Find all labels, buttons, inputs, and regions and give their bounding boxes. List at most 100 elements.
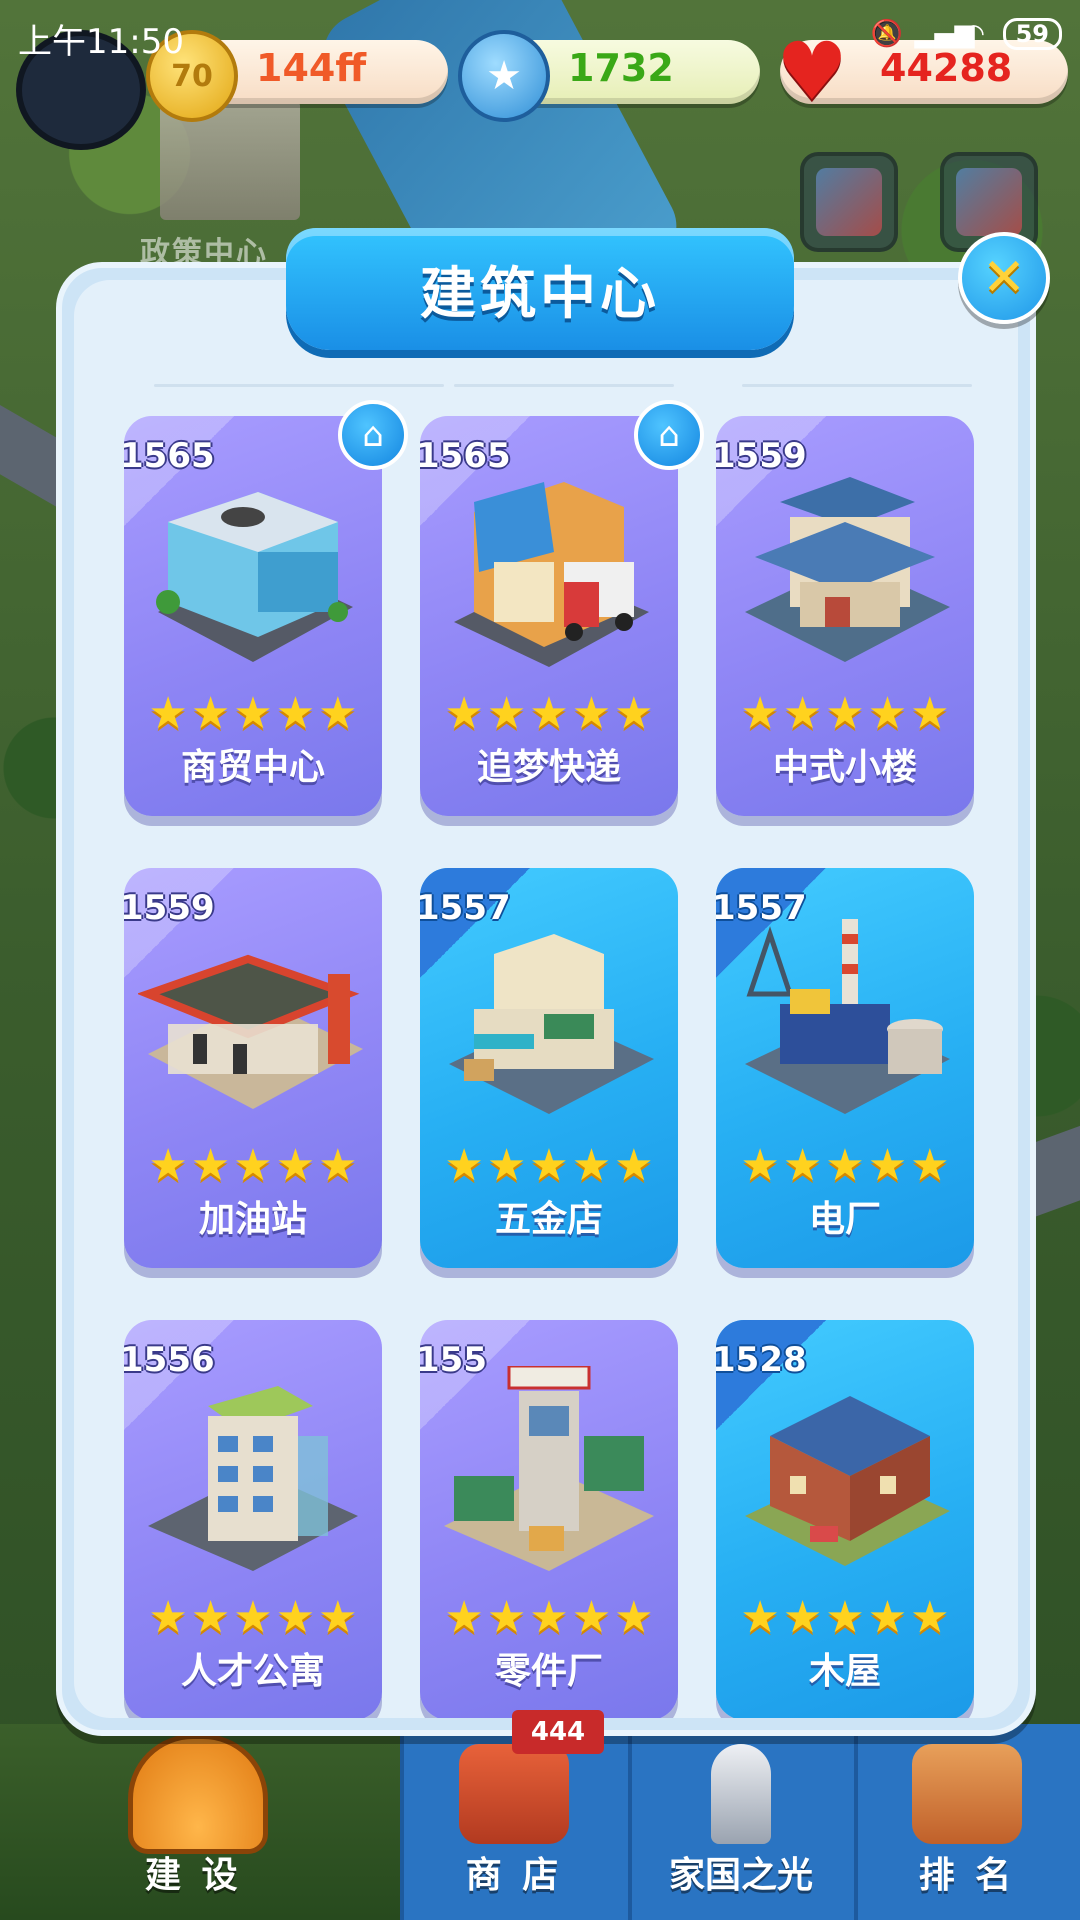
map-shortcut-button[interactable] bbox=[800, 152, 898, 252]
star-icon: ★ bbox=[148, 688, 188, 739]
parts-factory-image bbox=[444, 1366, 654, 1571]
building-card-talent-apartment[interactable]: 1556 ★ ★ ★ ★ ★ 人才公寓 bbox=[124, 1320, 382, 1718]
star-icon: ★ bbox=[529, 1140, 569, 1191]
building-name: 中式小楼 bbox=[772, 747, 917, 788]
commerce-center-image bbox=[156, 492, 353, 662]
rating-stars: ★ ★ ★ ★ ★ bbox=[420, 1144, 678, 1188]
star-icon: ★ bbox=[275, 688, 316, 739]
rating-stars: ★ ★ ★ ★ ★ bbox=[716, 1596, 974, 1640]
tab-label: 建 设 bbox=[145, 1855, 242, 1896]
mute-alarm-icon: 🔕 bbox=[870, 19, 903, 49]
building-name: 零件厂 bbox=[494, 1651, 603, 1692]
talent-apartment-image bbox=[148, 1386, 358, 1571]
battery-icon: 59 bbox=[1002, 18, 1062, 50]
building-level: 155 bbox=[420, 1340, 487, 1380]
status-time: 上午11:50 bbox=[18, 22, 184, 62]
building-card-gas-station[interactable]: 1559 ★ ★ ★ ★ ★ 加油站 bbox=[124, 868, 382, 1268]
hardware-store-image bbox=[449, 934, 654, 1114]
building-card-chinese-house[interactable]: 1559 ★ ★ ★ ★ ★ 中式小楼 bbox=[716, 416, 974, 816]
tab-label: 家国之光 bbox=[668, 1855, 813, 1896]
star-icon: ★ bbox=[529, 1592, 569, 1643]
power-plant-image bbox=[745, 919, 950, 1114]
signal-icon: ▂▄▆ bbox=[914, 19, 975, 49]
star-icon: ★ bbox=[910, 688, 950, 739]
building-card-commerce-center[interactable]: 1565 ★ ★ ★ ★ ★ 商贸中心 bbox=[124, 416, 382, 816]
building-name: 人才公寓 bbox=[180, 1651, 325, 1692]
dream-express-image bbox=[454, 482, 649, 667]
star-icon: ★ bbox=[233, 1592, 273, 1643]
divider bbox=[454, 384, 674, 387]
building-card-hardware-store[interactable]: 1557 ★ ★ ★ ★ ★ 五金店 bbox=[420, 868, 678, 1268]
rating-stars: ★ ★ ★ ★ ★ bbox=[124, 1144, 382, 1188]
divider bbox=[742, 384, 972, 387]
building-card-dream-express[interactable]: 1565 ★ ★ ★ ★ ★ 追梦快递 bbox=[420, 416, 678, 816]
home-icon: ⌂ bbox=[634, 400, 704, 470]
star-icon: ★ bbox=[825, 1140, 865, 1191]
star-icon: ★ bbox=[614, 1140, 654, 1191]
building-card-wooden-house[interactable]: 1528 ★ ★ ★ ★ ★ 木屋 bbox=[716, 1320, 974, 1718]
star-icon: ★ bbox=[444, 1140, 484, 1191]
close-icon: ✕ bbox=[982, 248, 1026, 308]
star-icon: ★ bbox=[233, 1140, 273, 1191]
star-icon: ★ bbox=[614, 688, 654, 739]
rocket-icon bbox=[711, 1744, 771, 1844]
shop-badge: 444 bbox=[512, 1710, 604, 1754]
building-name: 五金店 bbox=[494, 1199, 603, 1240]
rating-stars: ★ ★ ★ ★ ★ bbox=[420, 692, 678, 736]
star-icon: ★ bbox=[444, 1592, 484, 1643]
star-icon: ★ bbox=[318, 1140, 358, 1191]
building-name: 商贸中心 bbox=[180, 747, 325, 788]
star-icon: ★ bbox=[148, 1140, 188, 1191]
star-icon: ★ bbox=[486, 1592, 527, 1643]
star-icon: ★ bbox=[825, 688, 865, 739]
star-icon: ★ bbox=[571, 688, 612, 739]
star-icon: ★ bbox=[571, 1140, 612, 1191]
star-icon: ★ bbox=[740, 1140, 780, 1191]
star-icon: ★ bbox=[486, 688, 527, 739]
rating-stars: ★ ★ ★ ★ ★ bbox=[716, 692, 974, 736]
star-icon: ★ bbox=[190, 688, 231, 739]
star-icon: ★ bbox=[318, 688, 358, 739]
star-icon: ★ bbox=[740, 1592, 780, 1643]
ranking-icon bbox=[912, 1744, 1022, 1844]
rating-stars: ★ ★ ★ ★ ★ bbox=[124, 1596, 382, 1640]
building-name: 木屋 bbox=[808, 1651, 881, 1692]
gas-station-image bbox=[138, 954, 363, 1109]
building-name: 加油站 bbox=[198, 1199, 307, 1240]
chinese-house-image bbox=[745, 477, 950, 662]
building-card-parts-factory[interactable]: 155 ★ ★ ★ ★ ★ 零件厂 bbox=[420, 1320, 678, 1718]
rating-stars: ★ ★ ★ ★ ★ bbox=[420, 1596, 678, 1640]
status-bar: 上午11:50 🔕 ▂▄▆ ◠ 59 bbox=[0, 0, 1080, 70]
building-level: 1557 bbox=[420, 888, 511, 928]
wifi-icon: ◠ bbox=[962, 19, 985, 49]
building-level: 1565 bbox=[420, 436, 511, 476]
building-level: 1528 bbox=[716, 1340, 807, 1380]
wooden-house-image bbox=[745, 1396, 950, 1566]
star-icon: ★ bbox=[318, 1592, 358, 1643]
tab-label: 排 名 bbox=[918, 1855, 1016, 1896]
building-center-panel: 1565 ★ ★ ★ ★ ★ 商贸中心 1565 ★ ★ ★ ★ ★ 追梦快递 … bbox=[56, 262, 1036, 1736]
star-icon: ★ bbox=[910, 1140, 950, 1191]
panel-title: 建筑中心 bbox=[286, 228, 794, 350]
close-button[interactable]: ✕ bbox=[958, 232, 1050, 324]
star-icon: ★ bbox=[740, 688, 780, 739]
star-icon: ★ bbox=[614, 1592, 654, 1643]
building-card-power-plant[interactable]: 1557 ★ ★ ★ ★ ★ 电厂 bbox=[716, 868, 974, 1268]
tab-national-glory[interactable]: 家国之光 bbox=[628, 1724, 858, 1920]
building-level: 1557 bbox=[716, 888, 807, 928]
star-icon: ★ bbox=[867, 1140, 908, 1191]
star-icon: ★ bbox=[782, 688, 823, 739]
panel-body: 1565 ★ ★ ★ ★ ★ 商贸中心 1565 ★ ★ ★ ★ ★ 追梦快递 … bbox=[74, 280, 1018, 1718]
tab-build[interactable]: 建 设 bbox=[0, 1724, 404, 1920]
star-icon: ★ bbox=[190, 1140, 231, 1191]
tab-ranking[interactable]: 排 名 bbox=[854, 1724, 1080, 1920]
home-icon: ⌂ bbox=[338, 400, 408, 470]
star-icon: ★ bbox=[275, 1592, 316, 1643]
rating-stars: ★ ★ ★ ★ ★ bbox=[716, 1144, 974, 1188]
star-icon: ★ bbox=[910, 1592, 950, 1643]
star-icon: ★ bbox=[782, 1592, 823, 1643]
star-icon: ★ bbox=[486, 1140, 527, 1191]
status-icons: 🔕 ▂▄▆ ◠ 59 bbox=[871, 18, 1062, 50]
shop-icon bbox=[459, 1744, 569, 1844]
helmet-icon bbox=[128, 1734, 268, 1854]
